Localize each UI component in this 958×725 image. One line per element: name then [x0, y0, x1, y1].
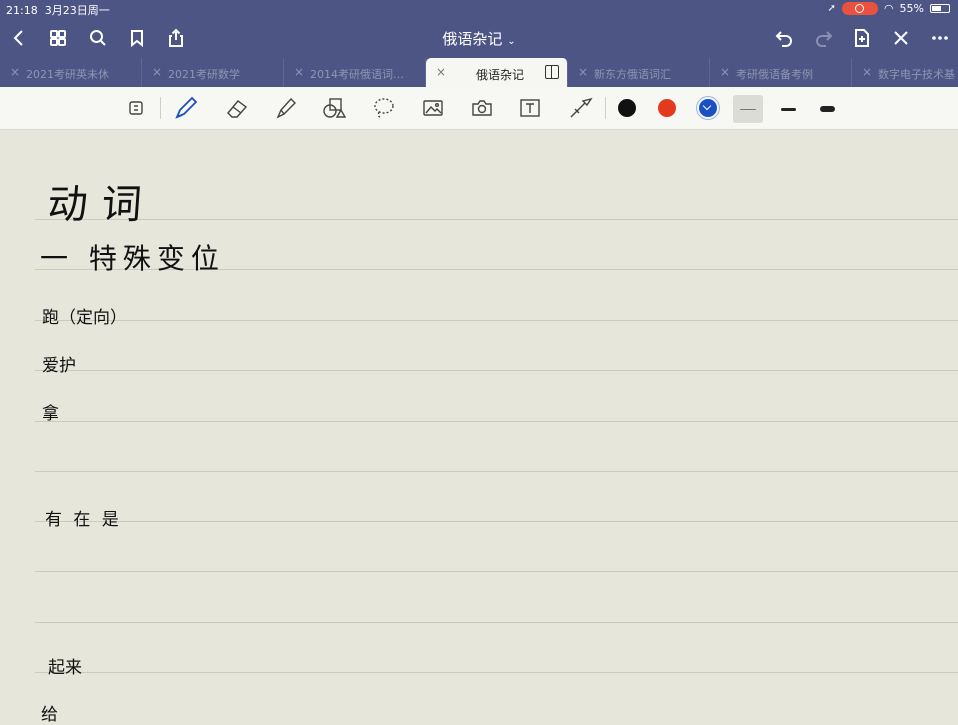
- page-rule: [35, 471, 958, 472]
- color-swatch-blue[interactable]: [699, 99, 717, 117]
- wifi-icon: ◠: [883, 2, 894, 15]
- page-rule: [35, 421, 958, 422]
- note-line-2: 拿: [42, 404, 59, 424]
- battery-percent: 55%: [899, 2, 924, 15]
- tab-label: 2014考研俄语词…: [310, 68, 404, 81]
- laser-pointer-icon[interactable]: [566, 95, 594, 121]
- tab-3[interactable]: × 俄语杂记: [426, 58, 568, 87]
- note-line-4: 起来: [48, 658, 82, 678]
- date-text: 3月23日周一: [44, 4, 110, 17]
- chevron-down-icon: [702, 101, 712, 111]
- tab-close-icon[interactable]: ×: [294, 65, 304, 79]
- navigation-bar: 俄语杂记 ⌄: [0, 18, 958, 58]
- image-icon[interactable]: [419, 95, 447, 121]
- color-swatch-red[interactable]: [658, 99, 676, 117]
- tab-close-icon[interactable]: ×: [578, 65, 588, 79]
- camera-icon[interactable]: [468, 95, 496, 121]
- redo-icon[interactable]: [810, 24, 838, 52]
- screen-recording-icon[interactable]: [841, 2, 878, 15]
- tab-label: 数字电子技术基: [878, 68, 955, 81]
- tab-label: 俄语杂记: [476, 68, 525, 82]
- stroke-sample: [780, 107, 796, 111]
- tab-close-icon[interactable]: ×: [436, 65, 446, 79]
- eraser-icon[interactable]: [223, 95, 251, 121]
- pen-icon[interactable]: [172, 95, 200, 121]
- read-mode-icon[interactable]: [122, 95, 150, 121]
- tab-2[interactable]: × 2014考研俄语词…: [284, 58, 426, 87]
- status-right: ➚ ◠ 55%: [828, 2, 950, 15]
- page-rule: [35, 571, 958, 572]
- toolbar-divider: [605, 97, 606, 119]
- add-page-icon[interactable]: [848, 24, 876, 52]
- color-swatch-black[interactable]: [618, 99, 636, 117]
- note-heading: 动词: [46, 182, 158, 228]
- top-bar: 21:18 3月23日周一 ➚ ◠ 55% 俄语杂记 ⌄ × 2021考研英未休…: [0, 0, 958, 87]
- status-bar: 21:18 3月23日周一 ➚ ◠ 55%: [0, 0, 958, 18]
- tab-label: 2021考研英未休: [26, 68, 109, 81]
- note-line-5: 给: [41, 705, 58, 725]
- note-page[interactable]: 动词 一 特殊变位 跑（定向） 爱护 拿 有 在 是 起来 给: [0, 130, 958, 725]
- tab-bar: × 2021考研英未休 × 2021考研数学 × 2014考研俄语词… × 俄语杂记 ×…: [0, 58, 958, 87]
- page-rule: [35, 219, 958, 220]
- text-box-icon[interactable]: [516, 95, 544, 121]
- page-rule: [35, 622, 958, 623]
- page-rule: [35, 370, 958, 371]
- toolbar-divider: [160, 97, 161, 119]
- tab-1[interactable]: × 2021考研数学: [142, 58, 284, 87]
- highlighter-icon[interactable]: [272, 95, 300, 121]
- stroke-width-medium[interactable]: [773, 95, 803, 123]
- tab-close-icon[interactable]: ×: [720, 65, 730, 79]
- document-title-text: 俄语杂记: [442, 30, 503, 48]
- battery-icon: [930, 4, 950, 13]
- note-line-3: 有 在 是: [45, 510, 122, 530]
- note-line-0: 跑（定向）: [42, 308, 127, 328]
- location-icon: ➚: [827, 3, 836, 14]
- tab-4[interactable]: × 新东方俄语词汇: [568, 58, 710, 87]
- stroke-sample: [740, 108, 756, 110]
- tab-label: 新东方俄语词汇: [594, 68, 671, 81]
- note-line-1: 爱护: [42, 356, 76, 376]
- tab-0[interactable]: × 2021考研英未休: [0, 58, 142, 87]
- note-subheading: 一 特殊变位: [40, 242, 225, 275]
- split-view-icon[interactable]: [545, 65, 559, 79]
- tab-label: 2021考研数学: [168, 68, 240, 81]
- lasso-icon[interactable]: [370, 95, 398, 121]
- close-icon[interactable]: [887, 24, 915, 52]
- stroke-sample: [819, 106, 835, 112]
- tab-close-icon[interactable]: ×: [862, 65, 872, 79]
- time-text: 21:18: [6, 4, 38, 17]
- page-rule: [35, 521, 958, 522]
- undo-icon[interactable]: [770, 24, 798, 52]
- stroke-width-thin[interactable]: [733, 95, 763, 123]
- page-rule: [35, 320, 958, 321]
- stroke-width-thick[interactable]: [812, 95, 842, 123]
- tab-label: 考研俄语备考例: [736, 68, 813, 81]
- shapes-icon[interactable]: [320, 95, 348, 121]
- tab-6[interactable]: × 数字电子技术基: [852, 58, 958, 87]
- more-icon[interactable]: [926, 24, 954, 52]
- tab-close-icon[interactable]: ×: [152, 65, 162, 79]
- page-rule: [35, 672, 958, 673]
- battery-fill: [932, 6, 941, 11]
- drawing-toolbar: [0, 87, 958, 130]
- chevron-down-icon: ⌄: [507, 36, 516, 47]
- status-time: 21:18 3月23日周一: [6, 2, 110, 18]
- tab-close-icon[interactable]: ×: [10, 65, 20, 79]
- tab-5[interactable]: × 考研俄语备考例: [710, 58, 852, 87]
